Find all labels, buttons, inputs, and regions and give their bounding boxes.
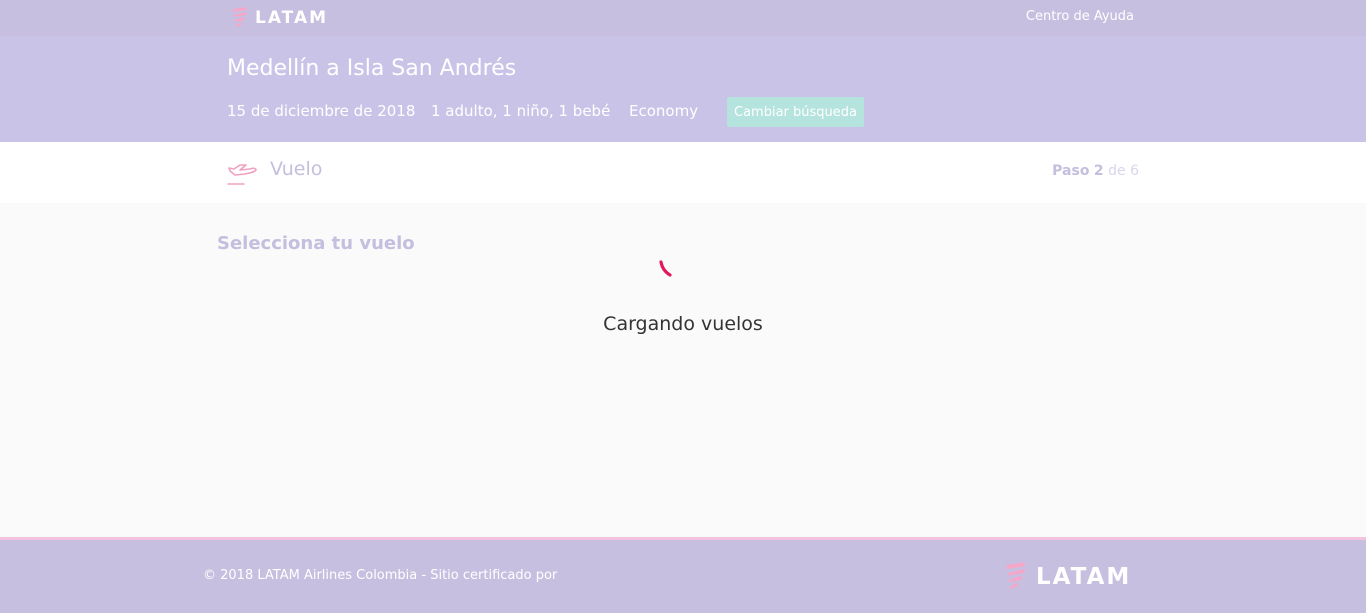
- latam-logo[interactable]: LATAM: [231, 6, 328, 30]
- step-current: 2: [1093, 163, 1104, 179]
- section-title: Selecciona tu vuelo: [217, 233, 415, 254]
- main-content: Selecciona tu vuelo Cargando vuelos: [0, 203, 1366, 537]
- footer: © 2018 LATAM Airlines Colombia - Sitio c…: [0, 537, 1366, 613]
- latam-logo-icon: [1006, 562, 1026, 589]
- footer-latam-logo[interactable]: LATAM: [1004, 560, 1131, 594]
- route-title: Medellín a Isla San Andrés: [227, 56, 517, 81]
- footer-logo-wordmark: LATAM: [1036, 564, 1132, 590]
- travel-date: 15 de diciembre de 2018: [227, 102, 416, 120]
- step-counter: Paso 2 de 6: [1052, 163, 1139, 179]
- step-of-word: de: [1108, 163, 1126, 179]
- loading-spinner-icon: [659, 260, 672, 277]
- change-search-button[interactable]: Cambiar búsqueda: [727, 97, 864, 127]
- plane-takeoff-icon: [227, 164, 257, 185]
- cabin-class: Economy: [629, 102, 699, 120]
- step-paso-word: Paso: [1052, 163, 1090, 179]
- latam-logo-icon: [233, 7, 247, 27]
- top-bar: LATAM Centro de Ayuda: [0, 0, 1366, 36]
- step-bar: Vuelo Paso 2 de 6: [0, 142, 1366, 203]
- loading-text: Cargando vuelos: [603, 313, 763, 335]
- step-label: Vuelo: [270, 158, 323, 180]
- logo-wordmark: LATAM: [255, 8, 329, 28]
- help-center-link[interactable]: Centro de Ayuda: [1026, 9, 1134, 24]
- copyright-text: © 2018 LATAM Airlines Colombia - Sitio c…: [203, 568, 558, 583]
- passenger-count: 1 adulto, 1 niño, 1 bebé: [431, 102, 611, 120]
- step-total: 6: [1130, 163, 1139, 179]
- search-summary: Medellín a Isla San Andrés 15 de diciemb…: [0, 36, 1366, 142]
